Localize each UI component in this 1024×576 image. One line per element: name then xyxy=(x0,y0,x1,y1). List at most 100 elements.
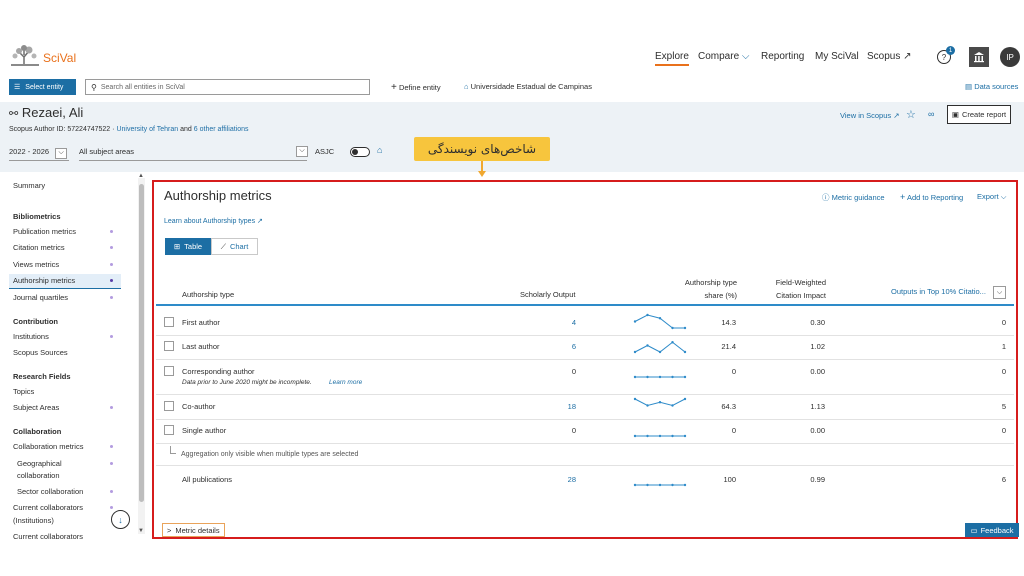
all-publications-fwci: 0.99 xyxy=(810,475,825,484)
col-share-line1: Authorship type xyxy=(684,278,737,287)
create-report-button[interactable]: ▣ Create report xyxy=(947,105,1011,124)
all-publications-label: All publications xyxy=(182,475,233,484)
column-selector-dropdown[interactable]: ⌵ xyxy=(993,286,1006,299)
subject-areas-select[interactable]: All subject areas xyxy=(79,147,134,156)
list-icon: ☰ xyxy=(14,84,21,91)
sidebar-item[interactable]: Scopus Sources xyxy=(13,348,68,357)
asjc-toggle[interactable] xyxy=(350,147,370,157)
sidebar-item[interactable]: Collaboration metrics xyxy=(13,442,83,451)
row-scholarly-output[interactable]: 6 xyxy=(540,342,576,351)
sidebar-item[interactable]: Journal quartiles xyxy=(13,293,68,302)
sidebar-item[interactable]: Topics xyxy=(13,387,34,396)
institution-icon[interactable]: ⌂ xyxy=(377,145,382,155)
learn-authorship-types-link[interactable]: Learn about Authorship types ↗ xyxy=(164,217,263,225)
feedback-button[interactable]: ▭ Feedback xyxy=(965,523,1019,537)
row-fwci: 1.02 xyxy=(810,342,825,351)
sidebar-item[interactable]: (Institutions) xyxy=(13,516,54,525)
star-icon[interactable]: ☆ xyxy=(906,108,916,121)
institution-switch-button[interactable] xyxy=(969,47,989,67)
plus-icon: + xyxy=(391,82,397,93)
row-checkbox[interactable] xyxy=(164,317,174,327)
nav-explore[interactable]: Explore xyxy=(655,51,689,66)
sparkline-point xyxy=(658,434,662,438)
sidebar-item[interactable]: Institutions xyxy=(13,332,49,341)
other-affiliations-link[interactable]: 6 other affiliations xyxy=(194,126,249,133)
sparkline-point xyxy=(671,326,674,330)
nav-compare[interactable]: Compare ⌵ xyxy=(698,51,750,62)
col-fwci[interactable]: Field-Weighted Citation Impact xyxy=(770,278,826,300)
row-share: 64.3 xyxy=(721,402,736,411)
report-icon: ▣ xyxy=(951,110,959,119)
row-divider xyxy=(156,394,1014,395)
metric-guidance-label: Metric guidance xyxy=(831,193,885,202)
sidebar-item[interactable]: Summary xyxy=(13,181,45,190)
row-fwci: 0.00 xyxy=(810,367,825,376)
sidebar-scroll-thumb[interactable] xyxy=(139,184,144,502)
row-top10: 0 xyxy=(1001,426,1006,435)
sidebar-item[interactable]: Sector collaboration xyxy=(17,487,83,496)
metric-details-toggle[interactable]: > Metric details xyxy=(162,523,225,537)
define-entity-button[interactable]: + Define entity xyxy=(391,82,441,93)
sidebar-item[interactable]: Current collaborators xyxy=(13,532,83,541)
add-to-reporting-label: Add to Reporting xyxy=(906,193,964,202)
add-to-reporting-button[interactable]: + Add to Reporting xyxy=(900,192,963,202)
tab-chart[interactable]: ⟋ Chart xyxy=(211,238,258,255)
tree-connector xyxy=(170,446,176,454)
callout-annotation: شاخص‌های نویسندگی xyxy=(414,137,550,161)
app-logo-text[interactable]: SciVal xyxy=(43,51,76,65)
institution-selector[interactable]: ⌂ Universidade Estadual de Campinas xyxy=(464,82,592,91)
col-share[interactable]: Authorship type share (%) xyxy=(683,278,737,300)
row-checkbox[interactable] xyxy=(164,401,174,411)
learn-more-link[interactable]: Learn more xyxy=(329,379,362,386)
select-entity-button[interactable]: ☰ Select entity xyxy=(9,79,76,95)
affiliation-link[interactable]: University of Tehran xyxy=(116,126,178,133)
row-divider xyxy=(156,443,1014,444)
plus-icon: + xyxy=(900,192,906,202)
year-range-select[interactable]: 2022 - 2026 ⌵ xyxy=(9,147,68,159)
sparkline-point xyxy=(633,483,637,487)
sidebar-item[interactable]: Geographical xyxy=(17,459,62,468)
row-share: 0 xyxy=(731,367,736,376)
sidebar-item[interactable]: Current collaborators xyxy=(13,503,83,512)
scival-logo-tree-icon xyxy=(11,45,39,66)
sidebar: Summary Bibliometrics Publication metrics C… xyxy=(0,172,150,542)
search-input[interactable]: ⚲ Search all entities in SciVal xyxy=(85,79,370,95)
building-icon xyxy=(974,52,984,63)
row-divider xyxy=(156,419,1014,420)
row-checkbox[interactable] xyxy=(164,425,174,435)
asjc-label: ASJC xyxy=(315,147,335,156)
nav-my-scival[interactable]: My SciVal xyxy=(815,51,859,62)
sidebar-item[interactable]: Authorship metrics xyxy=(13,276,75,285)
scroll-up-icon[interactable]: ▲ xyxy=(138,173,144,179)
corresponding-note: Data prior to June 2020 might be incompl… xyxy=(182,379,312,386)
view-in-scopus-link[interactable]: View in Scopus ↗ xyxy=(840,111,900,120)
metric-guidance-button[interactable]: ⓘ Metric guidance xyxy=(822,192,885,203)
export-button[interactable]: Export ⌵ xyxy=(977,192,1006,202)
scroll-down-button[interactable]: ↓ xyxy=(111,510,130,529)
chevron-down-icon[interactable]: ⌵ xyxy=(296,146,308,157)
link-icon[interactable]: ∞ xyxy=(928,109,934,119)
data-sources-button[interactable]: ▤ Data sources xyxy=(965,82,1018,91)
sparkline-point xyxy=(633,397,637,401)
user-avatar[interactable]: IP xyxy=(1000,47,1020,67)
sidebar-item[interactable]: collaboration xyxy=(17,471,60,480)
row-scholarly-output[interactable]: 18 xyxy=(540,402,576,411)
sidebar-item[interactable]: Subject Areas xyxy=(13,403,59,412)
row-top10: 5 xyxy=(1001,402,1006,411)
table-icon: ⊞ xyxy=(173,242,181,251)
sparkline-point xyxy=(683,326,687,330)
row-checkbox[interactable] xyxy=(164,341,174,351)
sidebar-item-indicator-dot xyxy=(110,445,113,448)
row-scholarly-output[interactable]: 4 xyxy=(540,318,576,327)
all-publications-output[interactable]: 28 xyxy=(540,475,576,484)
tab-table[interactable]: ⊞ Table xyxy=(165,238,211,255)
row-checkbox[interactable] xyxy=(164,366,174,376)
nav-scopus[interactable]: Scopus ↗ xyxy=(867,51,912,62)
col-scholarly-output[interactable]: Scholarly Output xyxy=(520,290,575,299)
col-top10-citations[interactable]: Outputs in Top 10% Citatio... xyxy=(891,287,986,296)
sidebar-item[interactable]: Citation metrics xyxy=(13,243,65,252)
scroll-down-arrow-icon[interactable]: ▼ xyxy=(138,528,144,534)
sidebar-item[interactable]: Publication metrics xyxy=(13,227,76,236)
sidebar-item[interactable]: Views metrics xyxy=(13,260,59,269)
nav-reporting[interactable]: Reporting xyxy=(761,51,804,62)
